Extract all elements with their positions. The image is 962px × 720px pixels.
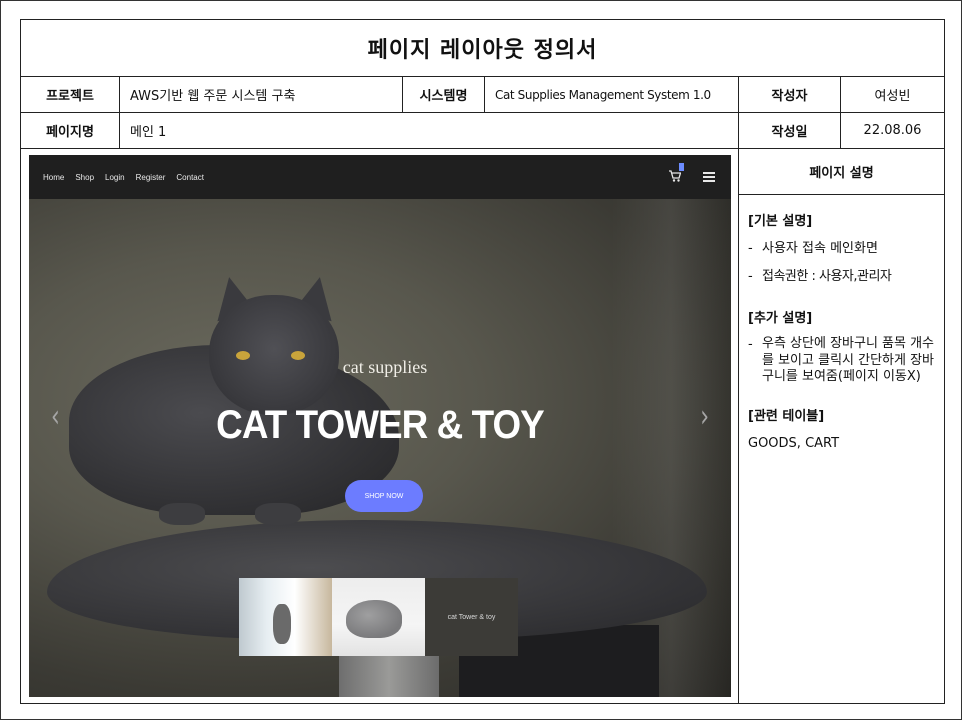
cat-paw-right	[255, 503, 301, 525]
author-value: 여성빈	[874, 89, 911, 104]
main-page-screenshot: Home Shop Login Register Contact ‹ › cat…	[29, 155, 731, 697]
hero-title: CAT TOWER & TOY	[216, 403, 545, 447]
info-row-2: 페이지명 메인 1 작성일 22.08.06	[21, 113, 944, 149]
nav-home[interactable]: Home	[43, 173, 64, 182]
thumbnail-3[interactable]: cat Tower & toy	[425, 578, 518, 656]
related-tables-value: GOODS, CART	[748, 435, 840, 451]
project-value: AWS기반 웹 주문 시스템 구축	[120, 77, 403, 112]
basic-description-title: [기본 설명]	[748, 214, 813, 229]
thumbnail-caption: cat Tower & toy	[447, 613, 496, 621]
description-body: [기본 설명] - 사용자 접속 메인화면 - 접속권한 : 사용자,관리자 [추가…	[739, 195, 944, 454]
basic-item-1: - 사용자 접속 메인화면	[748, 240, 878, 256]
system-value: Cat Supplies Management System 1.0	[485, 77, 739, 112]
thumbnail-1[interactable]	[239, 578, 332, 656]
project-label: 프로젝트	[21, 77, 120, 112]
cat-head	[209, 295, 339, 415]
cart-count-badge	[679, 163, 684, 171]
date-value: 22.08.06	[863, 123, 922, 138]
hamburger-menu-icon[interactable]	[703, 172, 715, 182]
author-label: 작성자	[739, 77, 841, 112]
related-tables-title: [관련 테이블]	[748, 409, 825, 425]
nav-shop[interactable]: Shop	[75, 173, 94, 182]
screen-preview-area: Home Shop Login Register Contact ‹ › cat…	[21, 149, 739, 703]
cart-icon[interactable]	[669, 169, 681, 183]
hero-subtitle: cat supplies	[342, 357, 428, 377]
thumbnail-2[interactable]	[332, 578, 425, 656]
extra-description-title: [추가 설명]	[748, 310, 813, 326]
page-name-label: 페이지명	[21, 113, 120, 148]
date-label: 작성일	[739, 113, 841, 148]
document-title: 페이지 레이아웃 정의서	[21, 20, 944, 77]
description-header: 페이지 설명	[739, 149, 944, 195]
nav-login[interactable]: Login	[105, 173, 125, 182]
cat-paw-left	[159, 503, 205, 525]
basic-item-2: - 접속권한 : 사용자,관리자	[748, 268, 892, 284]
info-row-1: 프로젝트 AWS기반 웹 주문 시스템 구축 시스템명 Cat Supplies…	[21, 77, 944, 113]
page-name-value: 메인 1	[120, 113, 739, 148]
slide-thumbnails: cat Tower & toy	[239, 578, 519, 656]
content-row: Home Shop Login Register Contact ‹ › cat…	[21, 149, 944, 703]
site-navbar: Home Shop Login Register Contact	[29, 155, 731, 199]
layout-definition-sheet: 페이지 레이아웃 정의서 프로젝트 AWS기반 웹 주문 시스템 구축 시스템명…	[20, 19, 945, 704]
shop-now-button[interactable]: SHOP NOW	[345, 480, 423, 512]
nav-contact[interactable]: Contact	[176, 173, 204, 182]
extra-item-1: - 우측 상단에 장바구니 품목 개수를 보이고 클릭시 간단하게 장바구니를 보…	[748, 336, 935, 384]
page-frame: 페이지 레이아웃 정의서 프로젝트 AWS기반 웹 주문 시스템 구축 시스템명…	[0, 0, 962, 720]
system-label: 시스템명	[403, 77, 485, 112]
nav-register[interactable]: Register	[136, 173, 166, 182]
page-description-panel: 페이지 설명 [기본 설명] - 사용자 접속 메인화면 - 접속권한 : 사용자,…	[739, 149, 944, 703]
